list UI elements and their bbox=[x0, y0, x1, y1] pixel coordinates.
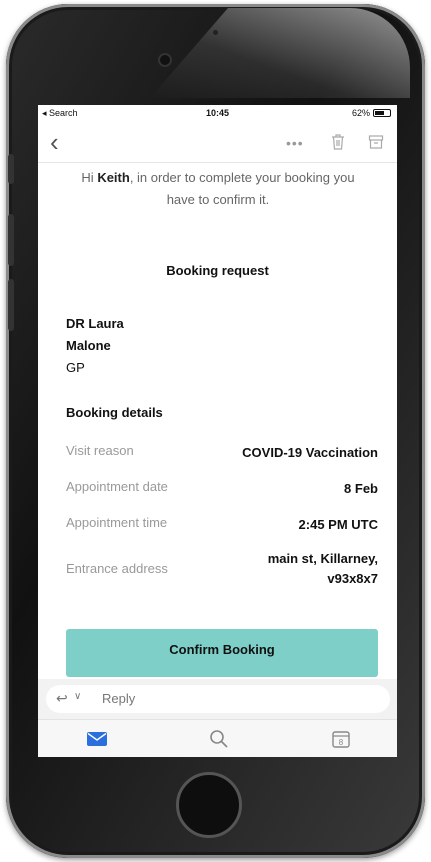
back-chevron-icon[interactable]: ‹ bbox=[50, 129, 59, 155]
reply-bar: ↩ ∨ Reply bbox=[38, 679, 397, 719]
calendar-icon: 8 bbox=[332, 731, 350, 748]
more-options-icon[interactable]: ••• bbox=[286, 135, 304, 151]
detail-label: Entrance address bbox=[66, 561, 168, 576]
detail-value: 2:45 PM UTC bbox=[298, 517, 378, 532]
detail-label: Visit reason bbox=[66, 443, 134, 458]
detail-value: 8 Feb bbox=[344, 481, 378, 496]
doctor-name-line1: DR Laura bbox=[66, 316, 124, 331]
reply-placeholder: Reply bbox=[102, 691, 136, 706]
status-bar: ◂ Search 10:45 62% bbox=[38, 105, 397, 123]
confirm-booking-button[interactable]: Confirm Booking bbox=[66, 629, 378, 677]
tab-calendar[interactable]: 8 bbox=[330, 728, 352, 750]
svg-text:8: 8 bbox=[339, 738, 344, 747]
tab-search[interactable] bbox=[208, 728, 230, 750]
mail-toolbar: ‹ ••• bbox=[38, 123, 397, 163]
greeting-suffix: , in order to complete your booking you … bbox=[129, 170, 355, 207]
reply-arrow-icon[interactable]: ↩ bbox=[56, 690, 68, 707]
trash-icon[interactable] bbox=[330, 133, 346, 151]
reply-field[interactable]: ↩ ∨ Reply bbox=[46, 685, 390, 713]
detail-row-appointment-date: Appointment date 8 Feb bbox=[66, 479, 378, 499]
earpiece-speaker bbox=[160, 55, 170, 65]
volume-down-button bbox=[8, 279, 14, 331]
battery-icon bbox=[373, 109, 391, 117]
bottom-tab-bar: 8 bbox=[38, 719, 397, 757]
archive-icon[interactable] bbox=[368, 133, 384, 151]
search-icon bbox=[210, 730, 228, 748]
home-button[interactable] bbox=[176, 772, 242, 838]
front-camera bbox=[213, 30, 218, 35]
booking-details-title: Booking details bbox=[66, 405, 163, 420]
email-body: Hi Keith, in order to complete your book… bbox=[38, 163, 397, 679]
detail-label: Appointment date bbox=[66, 479, 168, 494]
detail-value: COVID-19 Vaccination bbox=[242, 445, 378, 460]
status-time: 10:45 bbox=[205, 108, 230, 118]
booking-request-title: Booking request bbox=[166, 263, 269, 278]
doctor-name-line2: Malone bbox=[66, 338, 111, 353]
greeting-prefix: Hi bbox=[81, 170, 98, 185]
mute-switch bbox=[8, 154, 14, 184]
detail-value: main st, Killarney, v93x8x7 bbox=[267, 551, 378, 586]
detail-row-entrance-address: Entrance address main st, Killarney, v93… bbox=[66, 549, 378, 593]
battery-percent: 62% bbox=[351, 108, 370, 118]
detail-row-visit-reason: Visit reason COVID-19 Vaccination bbox=[66, 443, 378, 463]
tab-mail[interactable] bbox=[86, 728, 108, 750]
doctor-role: GP bbox=[66, 360, 85, 375]
mail-icon bbox=[87, 732, 107, 746]
detail-label: Appointment time bbox=[66, 515, 168, 530]
phone-screen: ◂ Search 10:45 62% ‹ ••• Hi Keith, in or… bbox=[38, 105, 397, 757]
volume-up-button bbox=[8, 214, 14, 266]
chevron-down-icon[interactable]: ∨ bbox=[74, 691, 81, 702]
doctor-info: DR Laura Malone GP bbox=[66, 313, 124, 379]
status-right: 62% bbox=[352, 108, 391, 118]
greeting-text: Hi Keith, in order to complete your book… bbox=[78, 167, 358, 211]
recipient-name: Keith bbox=[97, 170, 130, 185]
detail-row-appointment-time: Appointment time 2:45 PM UTC bbox=[66, 515, 378, 535]
